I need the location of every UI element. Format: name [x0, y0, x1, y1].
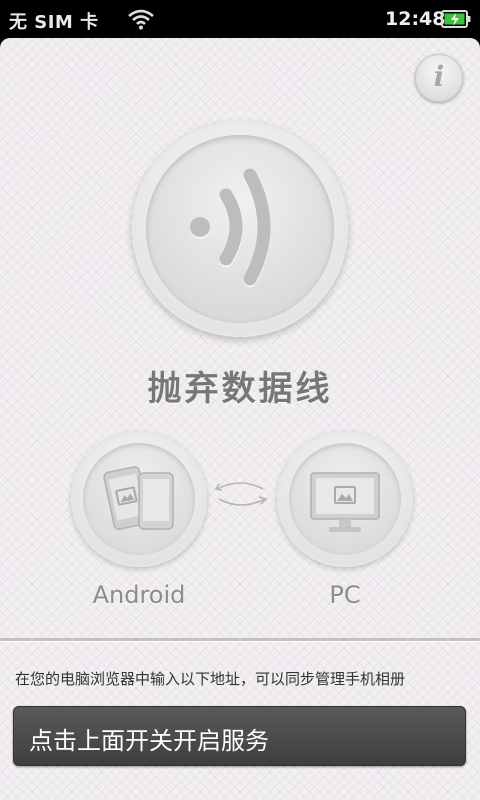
section-divider — [0, 638, 480, 641]
start-service-button[interactable]: 点击上面开关开启服务 — [13, 706, 466, 766]
android-device-face — [83, 443, 195, 555]
battery-charging-icon — [441, 10, 471, 28]
android-device-button[interactable] — [71, 431, 207, 567]
android-label: Android — [92, 581, 186, 609]
instruction-text: 在您的电脑浏览器中输入以下地址，可以同步管理手机相册 — [15, 670, 406, 688]
monitor-gallery-icon — [310, 472, 380, 532]
info-icon: i — [433, 60, 445, 93]
sync-arrows-icon — [214, 482, 268, 506]
pc-device-button[interactable] — [277, 431, 413, 567]
power-toggle[interactable] — [132, 121, 348, 337]
wifi-icon — [128, 9, 154, 30]
start-service-label: 点击上面开关开启服务 — [29, 727, 269, 755]
pc-device-face — [289, 443, 401, 555]
pc-label: PC — [329, 581, 361, 609]
wireless-signal-icon — [190, 168, 271, 286]
power-toggle-face — [146, 135, 334, 323]
carrier-label: 无 SIM 卡 — [9, 12, 99, 33]
phones-gallery-icon — [103, 466, 174, 530]
status-bar: 无 SIM 卡 12:48 — [0, 0, 480, 38]
app-screen: i 抛弃数据线 Android PC 在您的电脑浏览器中输入以下地址，可以同步管… — [0, 38, 480, 800]
main-title: 抛弃数据线 — [147, 369, 333, 409]
clock: 12:48 — [385, 8, 446, 30]
info-button[interactable]: i — [415, 54, 463, 102]
